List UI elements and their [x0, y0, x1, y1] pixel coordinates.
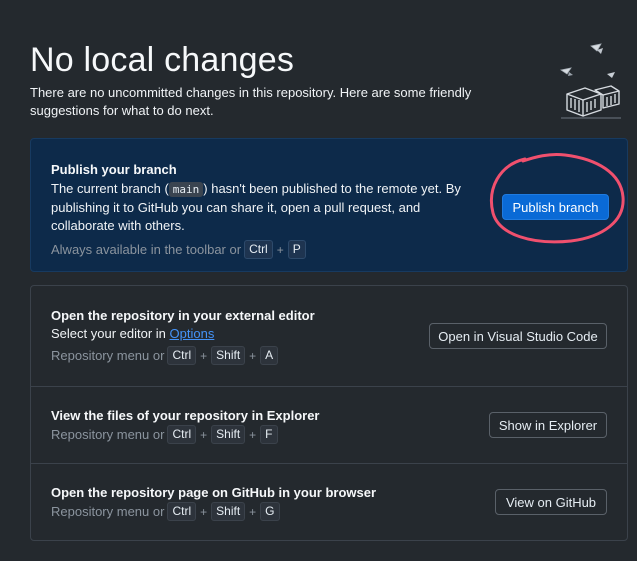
plus-separator: +	[200, 427, 208, 442]
publish-branch-content: Publish your branch The current branch (…	[51, 161, 471, 259]
empty-repository-illustration-icon	[559, 43, 621, 119]
ctrl-key: Ctrl	[167, 502, 197, 521]
a-key: A	[260, 346, 279, 365]
shortcut-prefix-text: Always available in the toolbar or	[51, 241, 242, 257]
g-key: G	[260, 502, 280, 521]
blankslate-header: No local changes There are no uncommitte…	[30, 40, 550, 120]
publish-branch-description: The current branch (main) hasn't been pu…	[51, 180, 471, 235]
open-in-editor-title: Open the repository in your external edi…	[51, 308, 315, 323]
open-in-editor-shortcut: Repository menu or Ctrl + Shift + A	[51, 346, 315, 365]
plus-separator: +	[200, 504, 208, 519]
open-in-editor-content: Open the repository in your external edi…	[51, 307, 315, 365]
options-link[interactable]: Options	[170, 326, 215, 341]
view-on-github-button[interactable]: View on GitHub	[495, 489, 607, 515]
show-in-explorer-row: View the files of your repository in Exp…	[31, 386, 627, 463]
publish-branch-title: Publish your branch	[51, 162, 177, 177]
show-in-explorer-content: View the files of your repository in Exp…	[51, 407, 320, 444]
plus-separator: +	[200, 348, 208, 363]
open-in-editor-description: Select your editor in Options	[51, 325, 315, 343]
view-on-github-shortcut: Repository menu or Ctrl + Shift + G	[51, 502, 376, 521]
view-on-github-title: Open the repository page on GitHub in yo…	[51, 485, 377, 500]
publish-branch-button[interactable]: Publish branch	[502, 194, 609, 220]
page-title: No local changes	[30, 41, 295, 79]
plus-separator: +	[276, 242, 284, 257]
p-key: P	[287, 240, 306, 259]
plus-separator: +	[249, 348, 257, 363]
view-on-github-content: Open the repository page on GitHub in yo…	[51, 484, 376, 521]
ctrl-key: Ctrl	[167, 425, 197, 444]
show-in-explorer-title: View the files of your repository in Exp…	[51, 408, 320, 423]
shift-key: Shift	[211, 346, 246, 365]
shift-key: Shift	[211, 502, 246, 521]
plus-separator: +	[249, 504, 257, 519]
ctrl-key: Ctrl	[244, 240, 273, 259]
open-in-vscode-button[interactable]: Open in Visual Studio Code	[429, 323, 607, 349]
publish-shortcut-hint: Always available in the toolbar or Ctrl …	[51, 240, 471, 259]
description-text-start: The current branch (	[51, 181, 169, 196]
select-editor-text: Select your editor in	[51, 326, 166, 341]
publish-branch-card: Publish your branch The current branch (…	[30, 138, 628, 272]
shift-key: Shift	[211, 425, 246, 444]
f-key: F	[260, 425, 278, 444]
branch-name-code: main	[168, 182, 204, 197]
shortcut-prefix-text: Repository menu or	[51, 503, 165, 519]
page-subtitle: There are no uncommitted changes in this…	[30, 85, 472, 118]
shortcut-prefix-text: Repository menu or	[51, 426, 165, 442]
show-in-explorer-shortcut: Repository menu or Ctrl + Shift + F	[51, 425, 320, 444]
ctrl-key: Ctrl	[167, 346, 197, 365]
plus-separator: +	[249, 427, 257, 442]
open-in-editor-row: Open the repository in your external edi…	[31, 286, 627, 386]
shortcut-prefix-text: Repository menu or	[51, 347, 165, 363]
view-on-github-row: Open the repository page on GitHub in yo…	[31, 463, 627, 540]
suggested-actions-list: Open the repository in your external edi…	[30, 285, 628, 541]
no-local-changes-page: No local changes There are no uncommitte…	[0, 0, 637, 561]
show-in-explorer-button[interactable]: Show in Explorer	[489, 412, 607, 438]
